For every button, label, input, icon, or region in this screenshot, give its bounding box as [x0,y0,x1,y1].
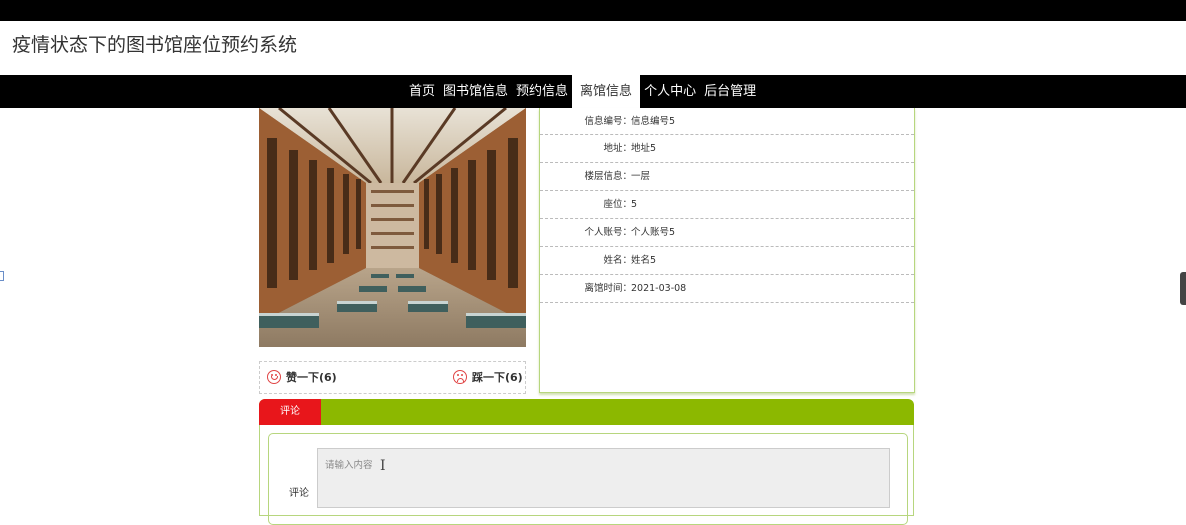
comment-field-label: 评论 [289,488,309,499]
info-value: 姓名5 [631,255,657,266]
tab-comments[interactable]: 评论 [259,399,321,425]
library-interior-image [259,108,526,347]
nav-item-personal-center[interactable]: 个人中心 [640,75,700,108]
vote-box: 赞一下(6) 踩一下(6) [259,361,526,394]
left-edge-widget [0,271,4,281]
scrollbar-handle[interactable] [1180,272,1186,305]
info-row-name: 姓名： 姓名5 [540,247,914,275]
info-value: 信息编号5 [631,116,676,127]
info-row-address: 地址： 地址5 [540,135,914,163]
info-row-floor: 楼层信息： 一层 [540,163,914,191]
info-value: 个人账号5 [631,227,676,238]
site-title: 疫情状态下的图书馆座位预约系统 [12,34,298,56]
info-row-leave-time: 离馆时间： 2021-03-08 [540,275,914,303]
nav-item-reservation-info[interactable]: 预约信息 [512,75,572,108]
like-label: 赞一下(6) [286,371,337,384]
frown-icon [453,370,467,384]
smile-icon [267,370,281,384]
header: 疫情状态下的图书馆座位预约系统 [0,21,1186,75]
nav-item-home[interactable]: 首页 [405,75,439,108]
info-row-account: 个人账号： 个人账号5 [540,219,914,247]
nav-item-admin[interactable]: 后台管理 [700,75,760,108]
info-label: 座位： [603,199,632,210]
info-label: 姓名： [603,255,632,266]
info-label: 地址： [603,143,632,154]
info-label: 个人账号： [584,227,632,238]
info-value: 地址5 [631,143,657,154]
comment-input[interactable] [317,448,890,508]
info-value: 2021-03-08 [631,283,687,294]
info-value: 5 [631,199,638,210]
comment-tab-bar: 评论 [259,399,914,425]
info-label: 离馆时间： [584,283,632,294]
library-photo [259,108,526,347]
dislike-button[interactable]: 踩一下(6) [453,369,523,385]
detail-panel: 信息编号： 信息编号5 地址： 地址5 楼层信息： 一层 座位： 5 个人账号：… [539,108,915,393]
text-cursor-icon: I [380,458,386,474]
browser-top-bar [0,0,1186,21]
main-nav: 首页 图书馆信息 预约信息 离馆信息 个人中心 后台管理 [0,75,1186,108]
info-value: 一层 [631,171,651,182]
nav-item-leave-info[interactable]: 离馆信息 [572,75,641,108]
like-button[interactable]: 赞一下(6) [267,369,337,385]
info-row-seat: 座位： 5 [540,191,914,219]
info-label: 楼层信息： [584,171,632,182]
nav-item-library-info[interactable]: 图书馆信息 [439,75,512,108]
info-label: 信息编号： [584,116,632,127]
dislike-label: 踩一下(6) [472,371,523,384]
info-row-id: 信息编号： 信息编号5 [540,108,914,135]
